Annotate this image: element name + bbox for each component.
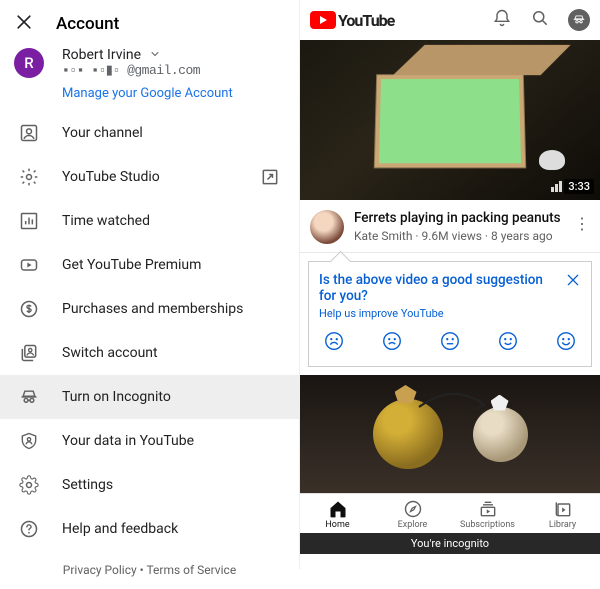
menu-label: Get YouTube Premium	[62, 257, 201, 273]
switch-account-icon	[18, 342, 40, 364]
person-box-icon	[18, 122, 40, 144]
nav-subscriptions[interactable]: Subscriptions	[450, 494, 525, 533]
menu-your-data[interactable]: Your data in YouTube	[0, 419, 299, 463]
search-icon[interactable]	[530, 8, 550, 32]
menu-label: Your data in YouTube	[62, 433, 194, 449]
menu-settings[interactable]: Settings	[0, 463, 299, 507]
menu-label: Switch account	[62, 345, 158, 361]
youtube-wordmark: YouTube	[338, 11, 394, 30]
menu-label: Purchases and memberships	[62, 301, 243, 317]
manage-account-link[interactable]: Manage your Google Account	[0, 82, 299, 111]
smiley-neutral-icon[interactable]	[439, 330, 461, 356]
profile-row[interactable]: R Robert Irvine ▪▫▪ ▪▫▮▫ @gmail.com	[0, 39, 299, 82]
video-thumbnail-2[interactable]	[300, 375, 600, 493]
footer-links: Privacy Policy • Terms of Service	[0, 551, 299, 589]
profile-info: Robert Irvine ▪▫▪ ▪▫▮▫ @gmail.com	[62, 47, 200, 78]
youtube-icon	[18, 254, 40, 276]
menu-label: Help and feedback	[62, 521, 178, 537]
youtube-play-icon	[310, 11, 336, 29]
shield-person-icon	[18, 430, 40, 452]
account-header: Account	[0, 0, 299, 39]
help-icon	[18, 518, 40, 540]
notifications-icon[interactable]	[492, 8, 512, 32]
avatar: R	[14, 48, 44, 78]
privacy-link[interactable]: Privacy Policy	[63, 563, 137, 577]
diamond-ring-illustration	[473, 407, 528, 462]
menu-incognito[interactable]: Turn on Incognito	[0, 375, 299, 419]
bar-chart-icon	[18, 210, 40, 232]
account-panel: Account R Robert Irvine ▪▫▪ ▪▫▮▫ @gmail.…	[0, 0, 300, 569]
gear-icon	[18, 166, 40, 188]
video-meta-row[interactable]: Ferrets playing in packing peanuts Kate …	[300, 200, 600, 253]
menu-label: Settings	[62, 477, 113, 493]
menu-label: YouTube Studio	[62, 169, 160, 185]
settings-icon	[18, 474, 40, 496]
menu-your-channel[interactable]: Your channel	[0, 111, 299, 155]
chevron-down-icon[interactable]	[149, 48, 161, 63]
menu-label: Time watched	[62, 213, 150, 229]
feedback-smileys	[319, 330, 581, 356]
youtube-panel: YouTube 3:33 Ferrets playing in packing …	[300, 0, 600, 569]
video-subtitle: Kate Smith · 9.6M views · 8 years ago	[354, 229, 564, 243]
incognito-avatar-icon[interactable]	[568, 9, 590, 31]
video-thumbnail-1[interactable]: 3:33	[300, 40, 600, 200]
menu-premium[interactable]: Get YouTube Premium	[0, 243, 299, 287]
dollar-icon	[18, 298, 40, 320]
smiley-sad-icon[interactable]	[381, 330, 403, 356]
audio-bars-icon	[551, 181, 562, 192]
close-icon[interactable]	[14, 12, 34, 35]
feedback-card: Is the above video a good suggestion for…	[308, 261, 592, 367]
profile-email: ▪▫▪ ▪▫▮▫ @gmail.com	[62, 63, 200, 78]
menu-time-watched[interactable]: Time watched	[0, 199, 299, 243]
nav-explore[interactable]: Explore	[375, 494, 450, 533]
smiley-very-sad-icon[interactable]	[323, 330, 345, 356]
smiley-very-happy-icon[interactable]	[555, 330, 577, 356]
top-bar: YouTube	[300, 0, 600, 40]
channel-avatar[interactable]	[310, 210, 344, 244]
video-title: Ferrets playing in packing peanuts	[354, 210, 564, 228]
menu-switch-account[interactable]: Switch account	[0, 331, 299, 375]
nav-home[interactable]: Home	[300, 494, 375, 533]
incognito-bar: You're incognito	[300, 533, 600, 554]
menu-label: Turn on Incognito	[62, 389, 171, 405]
ferret-paw-illustration	[539, 150, 565, 170]
menu-youtube-studio[interactable]: YouTube Studio	[0, 155, 299, 199]
profile-name: Robert Irvine	[62, 47, 141, 63]
nav-library[interactable]: Library	[525, 494, 600, 533]
bottom-nav: Home Explore Subscriptions Library	[300, 493, 600, 533]
cardboard-box-illustration	[374, 74, 527, 168]
menu-help[interactable]: Help and feedback	[0, 507, 299, 551]
incognito-icon	[18, 386, 40, 408]
account-title: Account	[56, 14, 119, 34]
video-duration: 3:33	[564, 179, 594, 194]
external-link-icon	[259, 166, 281, 188]
youtube-logo[interactable]: YouTube	[310, 11, 394, 30]
feedback-question: Is the above video a good suggestion for…	[319, 272, 581, 304]
menu-purchases[interactable]: Purchases and memberships	[0, 287, 299, 331]
terms-link[interactable]: Terms of Service	[146, 563, 236, 577]
smiley-happy-icon[interactable]	[497, 330, 519, 356]
feedback-help-text: Help us improve YouTube	[319, 307, 581, 320]
menu-label: Your channel	[62, 125, 143, 141]
close-icon[interactable]	[565, 272, 581, 292]
more-options-icon[interactable]: ⋮	[574, 210, 590, 233]
